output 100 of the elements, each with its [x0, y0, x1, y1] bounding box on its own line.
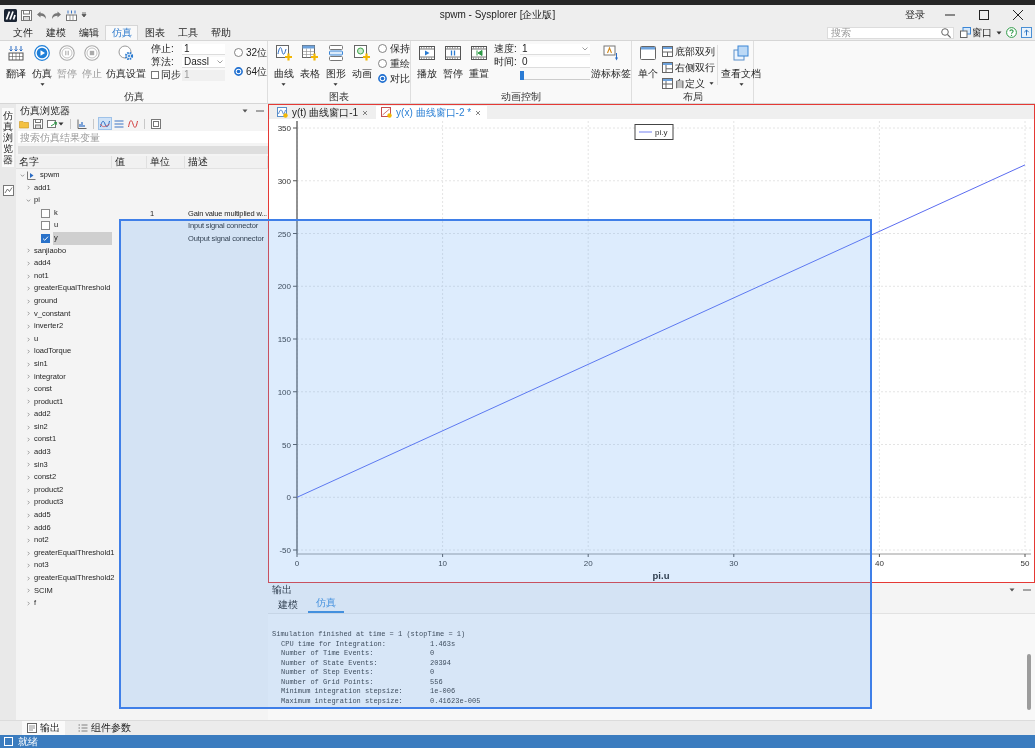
column-header[interactable]: 单位 [147, 156, 185, 168]
caret-icon[interactable] [242, 107, 248, 114]
toolbar-button[interactable] [76, 118, 88, 129]
chevron-right-icon[interactable] [26, 588, 31, 594]
input-field[interactable]: 0 [520, 56, 590, 68]
chart-icon[interactable] [2, 185, 14, 196]
column-header[interactable]: 值 [112, 156, 147, 168]
caret-icon[interactable] [996, 29, 1002, 36]
chevron-right-icon[interactable] [26, 424, 31, 430]
chevron-right-icon[interactable] [26, 512, 31, 518]
radio-option[interactable]: 对比 [378, 72, 410, 85]
panel-tab[interactable]: 输出 [22, 721, 65, 735]
chevron-right-icon[interactable] [26, 311, 31, 317]
close-icon[interactable] [362, 109, 369, 116]
ribbon-button[interactable]: 播放 [414, 41, 439, 86]
chevron-right-icon[interactable] [26, 563, 31, 569]
ribbon-button[interactable]: 表格 [297, 41, 322, 86]
dropdown-field[interactable]: 1 [520, 43, 590, 55]
chevron-right-icon[interactable] [26, 286, 31, 292]
output-tab[interactable]: 建模 [276, 599, 300, 613]
ribbon-button[interactable]: 图形 [323, 41, 348, 86]
chevron-down-icon[interactable] [26, 198, 31, 203]
chevron-right-icon[interactable] [26, 412, 31, 418]
save-icon[interactable] [21, 9, 32, 21]
chevron-right-icon[interactable] [26, 273, 31, 279]
checkbox[interactable] [41, 233, 50, 243]
menu-tab[interactable]: 建模 [39, 26, 72, 40]
toolbar-button[interactable] [46, 118, 65, 129]
checkbox[interactable] [41, 208, 50, 218]
chevron-right-icon[interactable] [26, 361, 31, 367]
caret-icon[interactable] [1009, 587, 1015, 593]
slider-thumb[interactable] [520, 71, 524, 80]
scrollbar-thumb[interactable] [1027, 654, 1031, 710]
search-field[interactable]: 搜索仿真结果变量 [18, 131, 268, 143]
menu-tab[interactable]: 工具 [171, 26, 204, 40]
undo-icon[interactable] [36, 9, 47, 21]
ribbon-button[interactable]: 翻译 [3, 41, 29, 86]
chevron-right-icon[interactable] [26, 462, 31, 468]
redo-icon[interactable] [51, 9, 62, 21]
chevron-right-icon[interactable] [26, 349, 31, 355]
help-icon[interactable] [1006, 27, 1017, 38]
ribbon-button[interactable]: 仿真 [30, 41, 54, 86]
chevron-right-icon[interactable] [26, 323, 31, 329]
toolbar-button[interactable] [99, 118, 111, 129]
column-header[interactable]: 名字 [16, 156, 112, 168]
ribbon-button[interactable]: 单个 [635, 41, 661, 86]
menu-tab[interactable]: 帮助 [204, 26, 237, 40]
chevron-right-icon[interactable] [26, 437, 31, 443]
login-link[interactable]: 登录 [905, 8, 925, 22]
chevron-right-icon[interactable] [26, 601, 31, 606]
ribbon-button[interactable]: 暂停 [440, 41, 465, 86]
menu-tab[interactable]: 图表 [138, 26, 171, 40]
chevron-down-icon[interactable] [20, 172, 25, 178]
slider-track[interactable] [520, 72, 590, 80]
minimize-icon[interactable] [1023, 586, 1031, 594]
search-field[interactable]: 搜索 [827, 26, 954, 39]
chevron-right-icon[interactable] [26, 386, 31, 392]
dropdown-field[interactable]: Dassl [182, 56, 225, 68]
ribbon-button[interactable]: 重置 [466, 41, 491, 86]
chevron-right-icon[interactable] [26, 336, 31, 342]
toolbar-button[interactable] [127, 118, 139, 129]
menu-tab[interactable]: 仿真 [105, 25, 138, 40]
chevron-right-icon[interactable] [26, 525, 31, 531]
chevron-right-icon[interactable] [26, 399, 31, 405]
toolbar-button[interactable] [150, 118, 162, 129]
ribbon-button[interactable]: 曲线 [271, 41, 296, 86]
toolbar-button[interactable] [32, 118, 44, 129]
ribbon-button[interactable]: 查看文档 [721, 41, 761, 86]
chevron-right-icon[interactable] [26, 260, 31, 266]
chevron-right-icon[interactable] [26, 185, 31, 191]
menu-tab[interactable]: 文件 [6, 26, 39, 40]
checkbox[interactable] [41, 221, 50, 231]
layout-button[interactable]: 底部双列 [662, 45, 715, 58]
app-logo-icon[interactable] [4, 8, 17, 22]
input-field[interactable]: 1 [182, 43, 225, 55]
radio-option[interactable]: 保持 [378, 42, 410, 55]
chevron-right-icon[interactable] [26, 449, 31, 455]
radio-option[interactable]: 重绘 [378, 57, 410, 70]
layout-button[interactable]: 右侧双行 [662, 61, 715, 74]
ribbon-button[interactable]: 游标标签 [591, 41, 631, 86]
panel-tab[interactable]: 组件参数 [73, 721, 136, 735]
chevron-right-icon[interactable] [26, 500, 31, 506]
menu-tab[interactable]: 编辑 [72, 26, 105, 40]
radio-option[interactable]: 32位 [233, 46, 267, 59]
layout-button[interactable]: 自定义 [662, 77, 715, 90]
close-icon[interactable] [475, 109, 482, 116]
chevron-right-icon[interactable] [26, 298, 31, 304]
chevron-right-icon[interactable] [26, 248, 31, 254]
chevron-right-icon[interactable] [26, 487, 31, 493]
chevron-right-icon[interactable] [26, 575, 31, 581]
side-tab[interactable]: 仿真浏览器 [2, 108, 14, 167]
document-tab[interactable]: y(x) 曲线窗口-2 * [376, 106, 488, 119]
window-menu-button[interactable]: 窗口 [960, 25, 992, 40]
chevron-right-icon[interactable] [26, 475, 31, 481]
chevron-right-icon[interactable] [26, 538, 31, 543]
radio-option[interactable]: 64位 [233, 65, 267, 78]
arrow-up-icon[interactable] [1021, 27, 1032, 38]
ribbon-button[interactable]: 仿真设置 [105, 41, 147, 86]
document-tab[interactable]: y(t) 曲线窗口-1 [272, 106, 375, 119]
chevron-right-icon[interactable] [26, 550, 31, 556]
